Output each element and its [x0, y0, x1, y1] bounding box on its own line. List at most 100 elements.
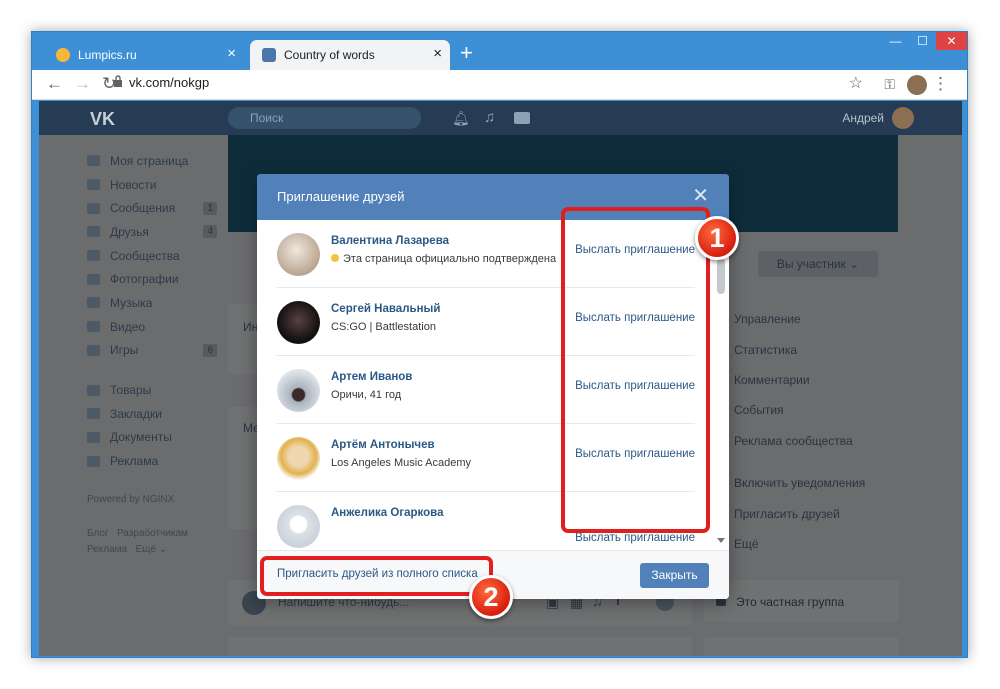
- menu-label: Закладки: [110, 406, 162, 421]
- menu-item-bookmarks[interactable]: Закладки: [87, 402, 217, 426]
- footer-link[interactable]: Блог: [87, 528, 109, 539]
- menu-item-communities[interactable]: Сообщества: [87, 244, 217, 268]
- music-icon: [87, 297, 100, 309]
- communities-icon: [87, 250, 100, 262]
- avatar[interactable]: [277, 505, 320, 548]
- maximize-button[interactable]: ☐: [909, 32, 936, 50]
- close-button[interactable]: Закрыть: [640, 563, 709, 588]
- vk-logo[interactable]: VK: [90, 109, 115, 130]
- menu-label: Сообщения: [110, 201, 176, 216]
- menu-label: Включить уведомления: [734, 476, 866, 491]
- menu-item-video[interactable]: Видео: [87, 315, 217, 339]
- menu-item-goods[interactable]: Товары: [87, 378, 217, 402]
- avatar[interactable]: [892, 107, 914, 129]
- avatar[interactable]: [277, 301, 320, 344]
- dialog-title: Приглашение друзей: [277, 189, 405, 204]
- friend-name[interactable]: Сергей Навальный: [331, 303, 440, 315]
- menu-item-messages[interactable]: Сообщения 1: [87, 196, 217, 220]
- scroll-down-icon[interactable]: [717, 538, 725, 543]
- menu-item-friends[interactable]: Друзья 4: [87, 220, 217, 244]
- menu-invite-friends[interactable]: Пригласить друзей: [704, 498, 899, 528]
- megaphone-icon: [87, 455, 100, 467]
- url-text[interactable]: vk.com/nokgp: [129, 75, 209, 90]
- footer-link[interactable]: Реклама: [87, 544, 127, 555]
- menu-item-ads[interactable]: Реклама: [87, 449, 217, 473]
- menu-item-photos[interactable]: Фотографии: [87, 267, 217, 291]
- friends-icon: [87, 226, 100, 238]
- friend-name[interactable]: Артём Антонычев: [331, 439, 435, 451]
- avatar[interactable]: [277, 233, 320, 276]
- menu-label: Пригласить друзей: [734, 506, 840, 521]
- close-icon[interactable]: ✕: [692, 186, 709, 206]
- friend-subtitle: CS:GO | Battlestation: [331, 321, 436, 333]
- menu-stats[interactable]: Статистика: [704, 334, 899, 364]
- left-menu: Моя страница Новости Сообщения 1 Друзья 4 …: [87, 149, 217, 473]
- user-name[interactable]: Андрей: [842, 111, 884, 125]
- tab-strip: Lumpics.ru × Country of words × + — ☐ ✕: [32, 32, 967, 70]
- video-icon: [87, 321, 100, 333]
- menu-manage[interactable]: Управление: [704, 304, 899, 334]
- friend-name[interactable]: Анжелика Огаркова: [331, 507, 443, 519]
- menu-comments[interactable]: Комментарии: [704, 365, 899, 395]
- menu-notifications[interactable]: Включить уведомления: [704, 468, 899, 498]
- lock-icon: [114, 75, 122, 87]
- home-icon: [87, 155, 100, 167]
- tab-lumpics[interactable]: Lumpics.ru ×: [44, 40, 244, 70]
- menu-label: Новости: [110, 177, 157, 192]
- menu-label: Друзья: [110, 224, 149, 239]
- menu-item-news[interactable]: Новости: [87, 173, 217, 197]
- menu-events[interactable]: События: [704, 395, 899, 425]
- menu-item-documents[interactable]: Документы: [87, 426, 217, 450]
- document-icon: [87, 431, 100, 443]
- step-badge-2: 2: [469, 575, 513, 619]
- tab-info[interactable]: Ин: [243, 320, 258, 334]
- menu-community-ads[interactable]: Реклама сообщества: [704, 426, 899, 456]
- gamepad-icon: [87, 344, 100, 356]
- footer-link[interactable]: Ещё ⌄: [135, 544, 167, 555]
- avatar[interactable]: [277, 437, 320, 480]
- minimize-button[interactable]: —: [882, 32, 909, 50]
- tab-country-of-words[interactable]: Country of words ×: [250, 40, 450, 70]
- bell-icon[interactable]: 🔔︎: [452, 110, 470, 127]
- content-tabs-card: Ин: [228, 304, 258, 374]
- menu-item-my-page[interactable]: Моя страница: [87, 149, 217, 173]
- member-button[interactable]: Вы участник ⌄: [758, 251, 878, 277]
- scrollbar-thumb[interactable]: [717, 258, 725, 294]
- footer-links: Блог Разработчикам: [87, 528, 188, 539]
- menu-label: Управление: [734, 312, 801, 327]
- friend-name[interactable]: Артем Иванов: [331, 371, 412, 383]
- play-icon[interactable]: [514, 112, 530, 124]
- profile-avatar[interactable]: [907, 75, 927, 95]
- search-input[interactable]: Поиск: [228, 107, 421, 129]
- friend-subtitle: Оричи, 41 год: [331, 389, 402, 401]
- close-window-button[interactable]: ✕: [936, 32, 967, 50]
- browser-window: Lumpics.ru × Country of words × + — ☐ ✕ …: [31, 31, 968, 658]
- menu-label: События: [734, 403, 784, 418]
- footer-link[interactable]: Разработчикам: [117, 528, 188, 539]
- verified-icon: [331, 254, 339, 262]
- close-tab-icon[interactable]: ×: [433, 46, 442, 62]
- close-tab-icon[interactable]: ×: [227, 46, 236, 62]
- menu-label: Документы: [110, 430, 172, 445]
- forward-arrow-icon[interactable]: →: [74, 74, 91, 94]
- friend-subtitle: Los Angeles Music Academy: [331, 457, 472, 469]
- friend-name[interactable]: Валентина Лазарева: [331, 235, 449, 247]
- music-icon[interactable]: ♫: [484, 109, 495, 126]
- menu-dots-icon[interactable]: ⋮: [932, 74, 949, 94]
- vk-favicon-icon: [262, 48, 276, 62]
- avatar[interactable]: [277, 369, 320, 412]
- new-tab-button[interactable]: +: [460, 42, 473, 64]
- menu-label: Статистика: [734, 342, 798, 357]
- menu-label: Видео: [110, 319, 146, 334]
- menu-label: Фотографии: [110, 272, 179, 287]
- key-icon[interactable]: ⚿: [884, 74, 895, 94]
- menu-item-games[interactable]: Игры 6: [87, 339, 217, 363]
- menu-item-music[interactable]: Музыка: [87, 291, 217, 315]
- friend-subtitle: Эта страница официально подтверждена: [331, 253, 556, 265]
- send-invite-link[interactable]: Выслать приглашение: [575, 532, 695, 544]
- bookmark-star-icon[interactable]: ☆: [849, 74, 863, 94]
- menu-label: Моя страница: [110, 153, 189, 168]
- tab-title: Country of words: [284, 48, 375, 62]
- menu-more[interactable]: Ещё: [704, 529, 899, 559]
- back-arrow-icon[interactable]: ←: [46, 74, 63, 94]
